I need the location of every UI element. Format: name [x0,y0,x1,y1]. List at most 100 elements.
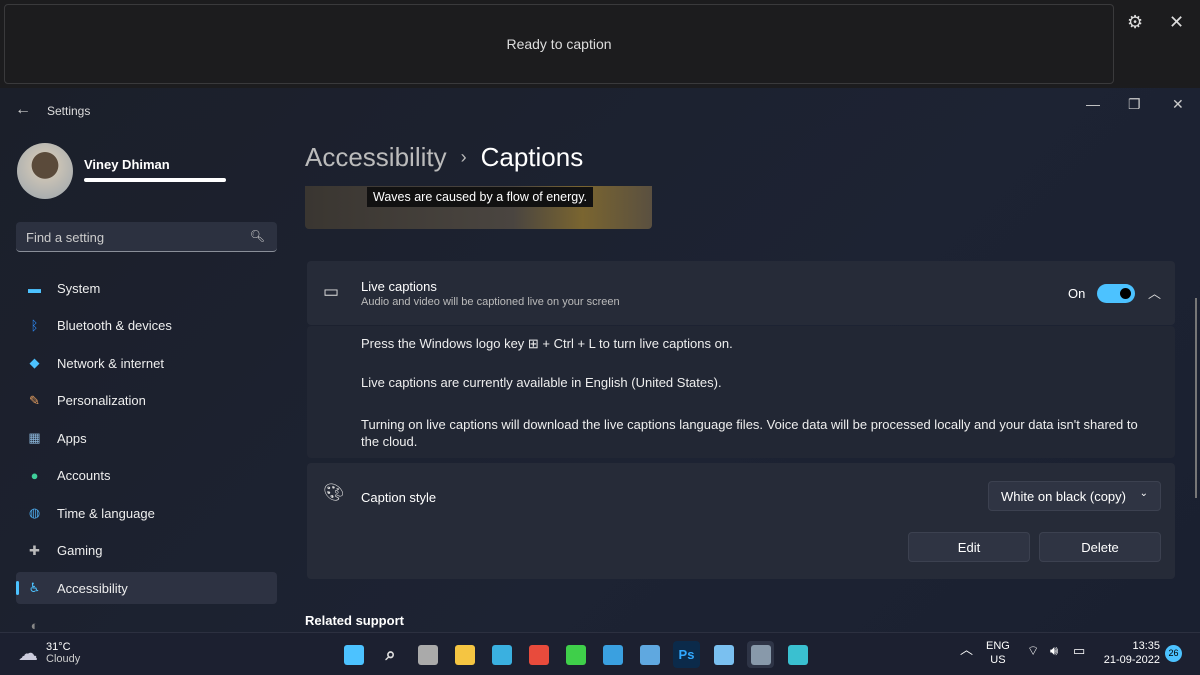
sidebar-item-gaming[interactable]: ✚ Gaming [16,535,277,567]
sidebar-item-personalization[interactable]: ✎ Personalization [16,385,277,417]
wifi-icon: ◆ [29,355,40,370]
bluetooth-icon: ᛒ [30,318,39,333]
delete-button[interactable]: Delete [1039,532,1161,562]
live-captions-toggle[interactable] [1097,284,1135,303]
file-explorer-icon-glyph [454,644,475,665]
notification-badge[interactable]: 26 [1165,645,1182,662]
app-icon-glyph [602,644,623,665]
battery-icon[interactable]: ▭ [1073,644,1085,658]
accessibility-icon: ♿︎ [28,580,41,595]
close-button[interactable]: ✕ [1172,96,1184,113]
toggle-state: On [1068,286,1086,301]
clock[interactable]: 13:35 21-09-2022 [1100,639,1160,667]
page-title: Captions [480,142,584,172]
sidebar-item-label: System [57,280,101,296]
language-indicator[interactable]: ENG US [986,639,1010,667]
edge-icon-glyph [491,644,512,665]
live-captions-bar: Ready to caption ⚙ ✕ [0,0,1200,88]
globe-icon: ◍ [28,505,41,520]
back-button[interactable]: ← [15,101,31,119]
live-captions-title: Live captions [361,279,437,294]
apps-icon: ▦ [28,430,41,445]
sidebar-item-label: Network & internet [57,355,164,371]
live-captions-card[interactable]: ▭ Live captions Audio and video will be … [307,261,1175,325]
settings-icon-glyph [750,644,771,665]
search-placeholder: Find a setting [26,230,105,245]
weather-condition: Cloudy [46,653,81,665]
close-icon[interactable]: ✕ [1169,12,1184,33]
edit-button[interactable]: Edit [908,532,1030,562]
chevron-up-icon[interactable]: ︿ [960,643,973,657]
search-icon: 🔍︎ [249,229,265,243]
sidebar-item-label: Bluetooth & devices [57,318,172,333]
caption-style-title: Caption style [361,490,437,505]
settings-icon[interactable] [747,641,774,668]
notepad-icon[interactable] [710,641,737,668]
breadcrumb: Accessibility › Captions [305,142,583,173]
search-icon[interactable]: ⌕ [377,641,404,668]
scrollbar[interactable] [1195,298,1197,498]
breadcrumb-parent[interactable]: Accessibility [305,142,447,173]
sidebar-item-apps[interactable]: ▦ Apps [16,422,277,454]
user-name: Viney Dhiman [84,157,170,172]
sidebar-item-label: Time & language [57,505,155,521]
paint-icon[interactable] [636,641,663,668]
app-icon-glyph [565,644,586,665]
sidebar-item-accounts[interactable]: ● Accounts [16,460,277,492]
caption-style-dropdown[interactable]: White on black (copy) ⌄ [988,481,1161,511]
edge-icon[interactable] [488,641,515,668]
store-icon[interactable] [525,641,552,668]
monitor-icon: ▬ [28,280,41,296]
search-input[interactable]: Find a setting 🔍︎ [16,222,277,252]
photoshop-icon[interactable]: Ps [673,641,700,668]
minimize-button[interactable]: — [1086,96,1100,112]
info-privacy: Turning on live captions will download t… [361,417,1138,449]
sidebar-item-network-internet[interactable]: ◆ Network & internet [16,347,277,379]
remote-desktop-icon-glyph [787,644,808,665]
selected-style: White on black (copy) [1001,489,1126,504]
avatar[interactable] [17,143,73,199]
person-icon: ● [30,468,39,483]
sidebar-item-label: Personalization [57,393,146,408]
captions-icon: ▭ [323,282,340,301]
start-icon[interactable] [340,641,367,668]
app-icon[interactable] [562,641,589,668]
region: US [990,654,1006,666]
sidebar-item-label: Gaming [57,543,103,558]
file-explorer-icon[interactable] [451,641,478,668]
wifi-icon[interactable]: ⌔ [1027,644,1039,658]
remote-desktop-icon[interactable] [784,641,811,668]
info-shortcut: Press the Windows logo key ⊞ + Ctrl + L … [361,336,733,351]
chevron-up-icon[interactable]: ︿ [1148,283,1161,302]
start-icon-glyph [343,644,364,665]
app-icon[interactable] [599,641,626,668]
time: 13:35 [1132,640,1160,652]
settings-window: ← Settings — ❐ ✕ Viney Dhiman Find a set… [0,88,1200,633]
live-captions-subtitle: Audio and video will be captioned live o… [361,296,620,308]
privacy-icon: ◐ [30,618,39,633]
gamepad-icon: ✚ [29,542,40,558]
sidebar-item-label: Accessibility [57,580,128,596]
sidebar-item-time-language[interactable]: ◍ Time & language [16,497,277,529]
sidebar-nav: ▬ System ᛒ Bluetooth & devices ◆ Network & in… [16,272,277,647]
sidebar-item-bluetooth-devices[interactable]: ᛒ Bluetooth & devices [16,310,277,342]
caption-style-card: 🎨︎ Caption style White on black (copy) ⌄ … [307,463,1175,579]
sidebar-item-system[interactable]: ▬ System [16,272,277,304]
weather-widget[interactable]: ☁ 31°C Cloudy [18,641,80,666]
sidebar-item-accessibility[interactable]: ♿︎ Accessibility [16,572,277,604]
app-title: Settings [47,104,91,118]
preview-caption: Waves are caused by a flow of energy. [367,187,593,207]
lang: ENG [986,640,1010,652]
chevron-right-icon: › [460,147,467,167]
sidebar-item-label: Apps [57,430,87,446]
temperature: 31°C [46,641,71,653]
paint-icon-glyph [639,644,660,665]
volume-icon[interactable]: 🔊︎ [1050,644,1058,658]
chevron-down-icon: ⌄ [1139,488,1148,499]
task-view-icon[interactable] [414,641,441,668]
maximize-button[interactable]: ❐ [1128,96,1141,113]
related-support-heading: Related support [305,613,404,628]
date: 21-09-2022 [1103,654,1160,666]
taskbar: ☁ 31°C Cloudy ⌕ Ps ︿ ENG US ⌔ 🔊︎ ▭ 13:35 21-… [0,632,1200,675]
gear-icon[interactable]: ⚙ [1127,12,1143,33]
